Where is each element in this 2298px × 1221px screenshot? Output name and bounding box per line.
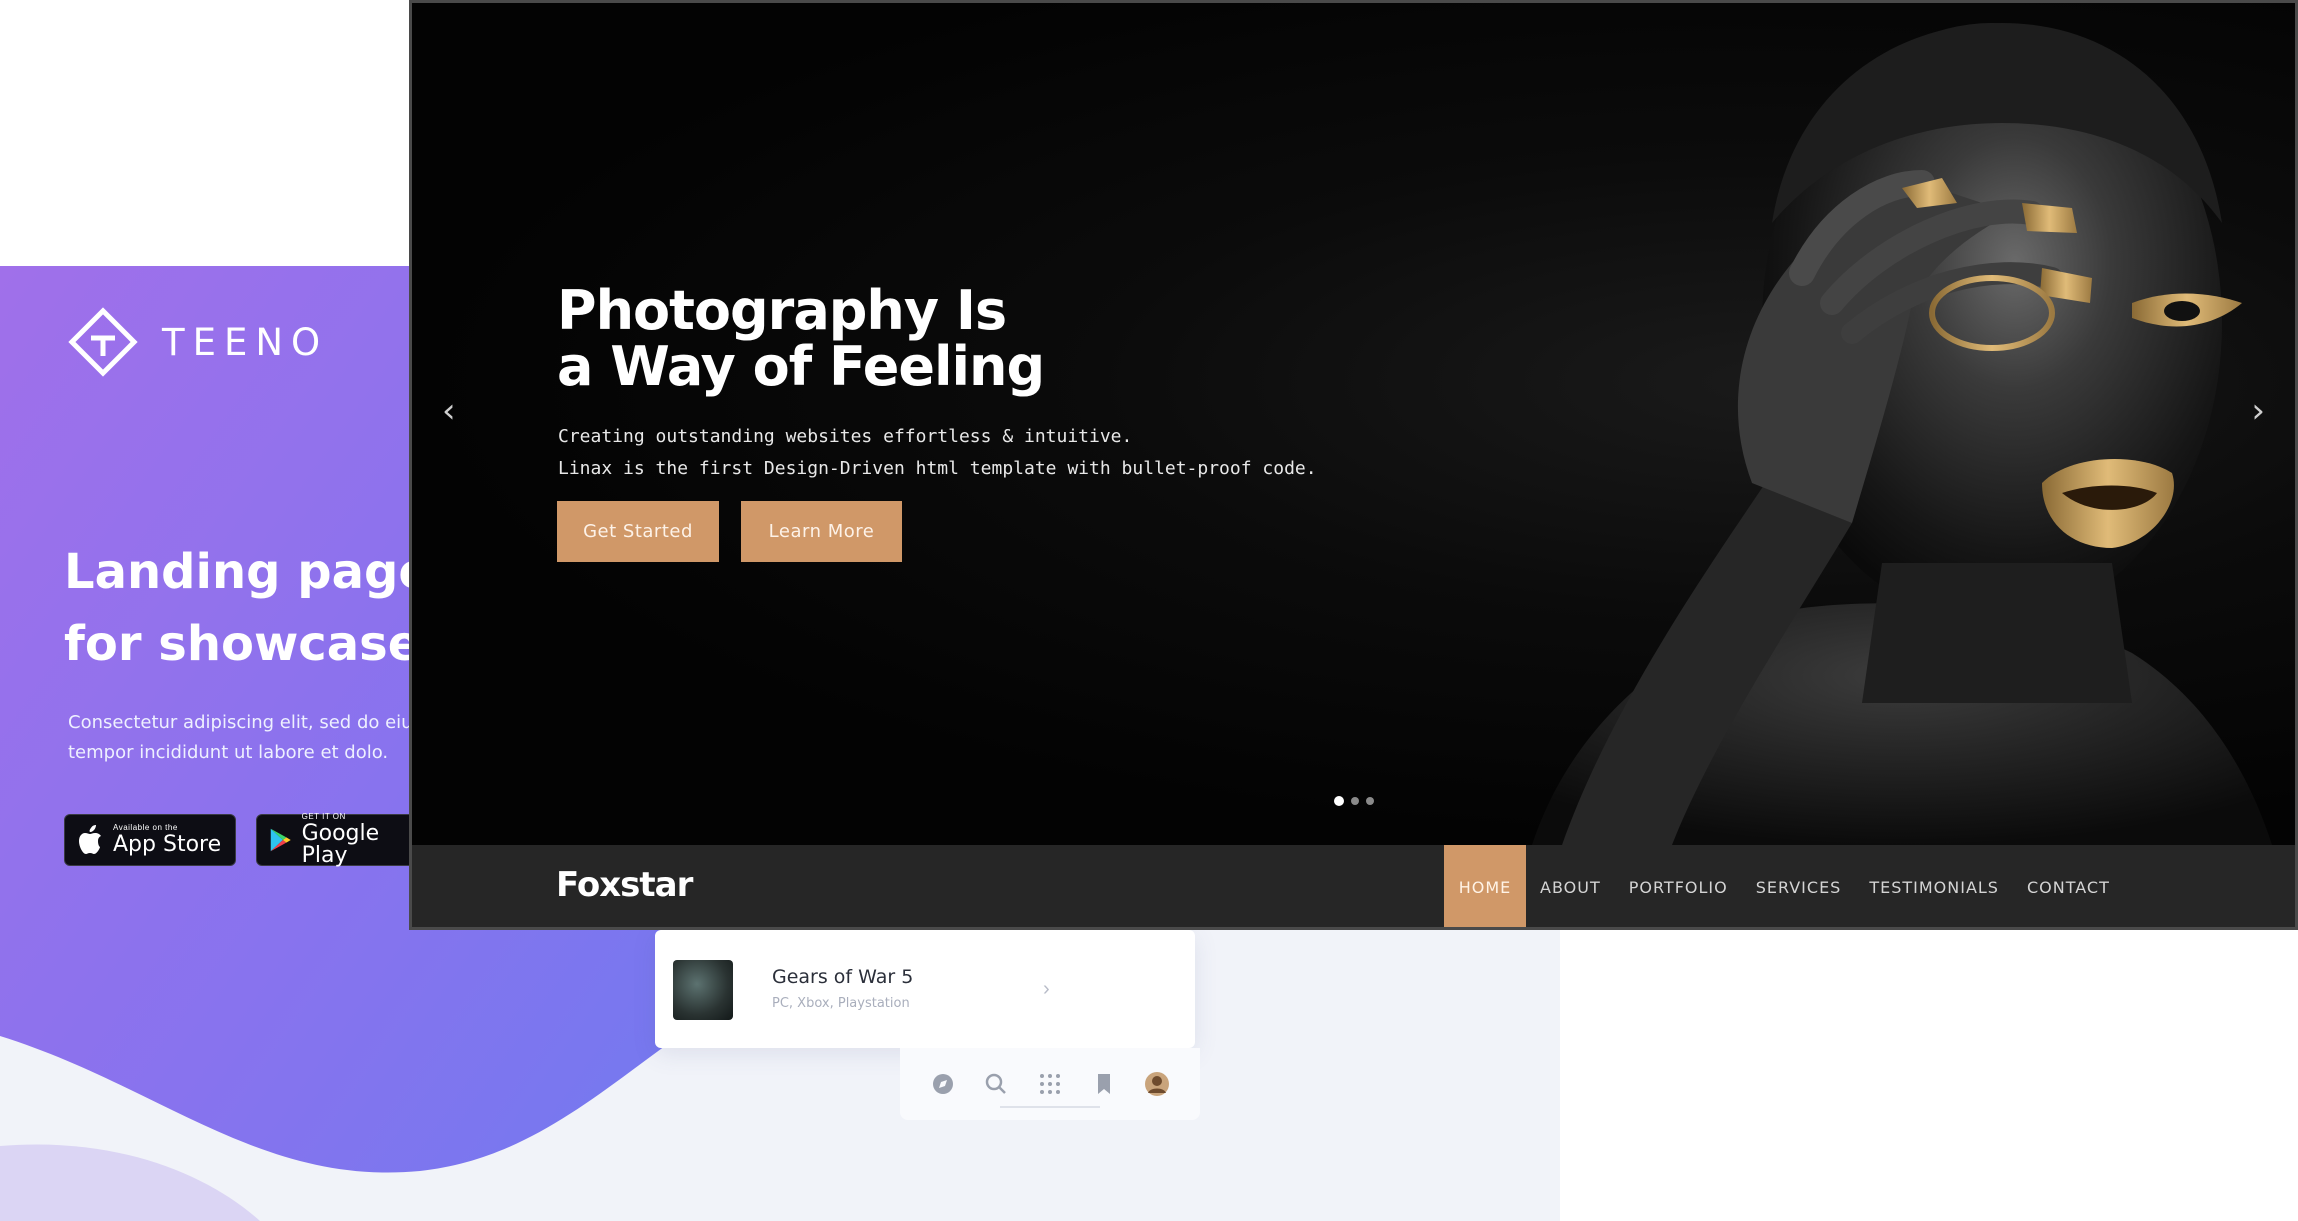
google-play-button[interactable]: GET IT ON Google Play <box>256 812 416 868</box>
teeno-logo[interactable]: TEENO <box>66 305 328 379</box>
game-thumbnail <box>673 960 733 1020</box>
nav-item-services[interactable]: SERVICES <box>1742 845 1856 927</box>
compass-icon[interactable] <box>928 1069 958 1099</box>
nav-item-about[interactable]: ABOUT <box>1526 845 1615 927</box>
bottom-nav-indicator <box>1000 1106 1100 1108</box>
get-started-button[interactable]: Get Started <box>557 501 719 562</box>
bookmark-icon[interactable] <box>1089 1069 1119 1099</box>
mobile-bottom-nav <box>900 1048 1200 1120</box>
app-store-button[interactable]: Available on the App Store <box>64 814 236 866</box>
nav-item-contact[interactable]: CONTACT <box>2013 845 2124 927</box>
hero-subtitle-line-1: Creating outstanding websites effortless… <box>558 426 1133 447</box>
grid-icon[interactable] <box>1035 1069 1065 1099</box>
nav-item-home[interactable]: HOME <box>1444 845 1526 927</box>
slider-dot[interactable] <box>1334 796 1344 806</box>
hero-subtitle: Creating outstanding websites effortless… <box>558 421 1317 485</box>
slider-dot[interactable] <box>1351 797 1359 805</box>
slider-dot[interactable] <box>1366 797 1374 805</box>
main-navbar: Foxstar HOME ABOUT PORTFOLIO SERVICES TESTIM… <box>412 845 2295 927</box>
brand-logo[interactable]: Foxstar <box>556 865 693 905</box>
chevron-left-icon[interactable]: ‹ <box>442 391 456 431</box>
foxstar-page: Photography Is a Way of Feeling Creating… <box>409 0 2298 930</box>
chevron-right-icon[interactable]: › <box>1043 978 1050 1001</box>
nav-item-portfolio[interactable]: PORTFOLIO <box>1615 845 1742 927</box>
learn-more-button[interactable]: Learn More <box>741 501 902 562</box>
google-play-icon <box>270 828 291 852</box>
game-title: Gears of War 5 <box>772 966 914 988</box>
game-list-item[interactable]: Gears of War 5 PC, Xbox, Playstation › <box>655 930 1195 1048</box>
chevron-right-icon[interactable]: › <box>2251 391 2265 431</box>
hero-slider: Photography Is a Way of Feeling Creating… <box>412 3 2295 845</box>
nav-item-testimonials[interactable]: TESTIMONIALS <box>1855 845 2013 927</box>
search-icon[interactable] <box>981 1069 1011 1099</box>
nav-menu: HOME ABOUT PORTFOLIO SERVICES TESTIMONIALS CO… <box>1444 845 2124 927</box>
app-store-label: App Store <box>113 832 222 857</box>
slider-pagination <box>1334 796 1374 806</box>
game-platforms: PC, Xbox, Playstation <box>772 996 910 1011</box>
hero-title-line-2: a Way of Feeling <box>557 335 1045 398</box>
google-play-label: Google Play <box>301 821 380 868</box>
teeno-diamond-icon <box>68 307 138 377</box>
hero-title-line-1: Photography Is <box>557 279 1007 342</box>
apple-icon <box>79 825 101 854</box>
teeno-description: Consectetur adipiscing elit, sed do eiu … <box>68 712 413 763</box>
avatar[interactable] <box>1142 1069 1172 1099</box>
google-play-small-label: GET IT ON <box>301 812 346 821</box>
teeno-brand-name: TEENO <box>162 320 329 364</box>
hero-title: Photography Is a Way of Feeling <box>557 279 1045 398</box>
app-store-small-label: Available on the <box>113 823 178 832</box>
hero-subtitle-line-2: Linax is the first Design-Driven html te… <box>558 458 1317 479</box>
